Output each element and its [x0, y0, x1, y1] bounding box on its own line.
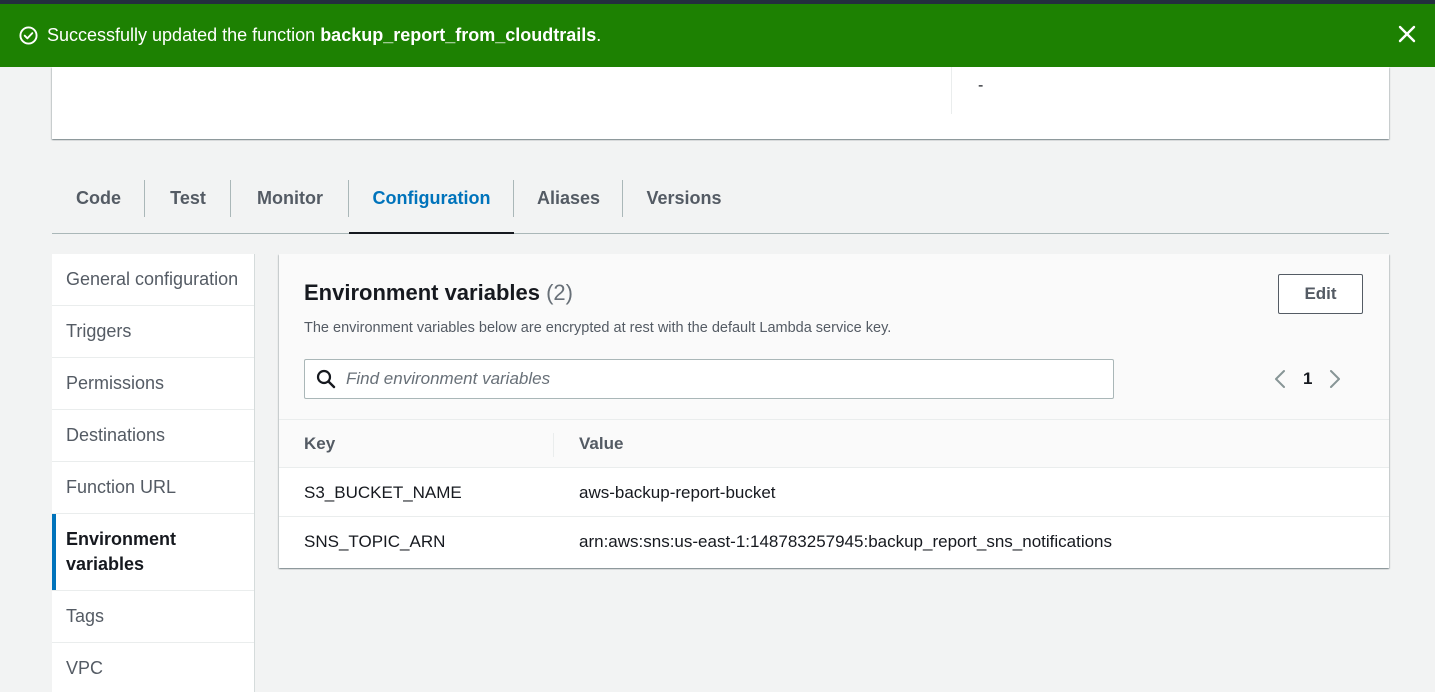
table-row: SNS_TOPIC_ARN arn:aws:sns:us-east-1:1487… [279, 517, 1389, 566]
success-flash-banner: Successfully updated the function backup… [0, 4, 1435, 67]
chevron-left-icon[interactable] [1269, 366, 1291, 392]
search-icon [316, 369, 336, 389]
flash-function-name: backup_report_from_cloudtrails [320, 25, 597, 45]
search-input[interactable] [346, 369, 1086, 389]
tab-versions[interactable]: Versions [623, 163, 745, 233]
column-header-value[interactable]: Value [579, 434, 623, 454]
tab-aliases[interactable]: Aliases [514, 163, 623, 233]
sidenav-item-permissions[interactable]: Permissions [52, 358, 254, 410]
edit-button[interactable]: Edit [1278, 274, 1363, 314]
sidenav-item-vpc[interactable]: VPC [52, 643, 254, 692]
env-value: arn:aws:sns:us-east-1:148783257945:backu… [579, 532, 1113, 551]
tab-monitor[interactable]: Monitor [231, 163, 349, 233]
pagination: 1 [1269, 366, 1346, 392]
overview-divider [951, 67, 952, 114]
column-divider [553, 433, 554, 457]
sidenav-item-tags[interactable]: Tags [52, 591, 254, 643]
sidenav-item-destinations[interactable]: Destinations [52, 410, 254, 462]
page-number[interactable]: 1 [1303, 369, 1312, 389]
check-circle-icon [19, 26, 38, 45]
env-key: S3_BUCKET_NAME [304, 483, 462, 502]
chevron-right-icon[interactable] [1324, 366, 1346, 392]
tab-configuration[interactable]: Configuration [349, 163, 514, 234]
env-value: aws-backup-report-bucket [579, 483, 776, 502]
function-tabs: Code Test Monitor Configuration Aliases … [52, 163, 1389, 234]
panel-description: The environment variables below are encr… [304, 320, 892, 336]
sidenav-item-environment-variables[interactable]: Environment variables [52, 514, 254, 591]
sidenav-item-function-url[interactable]: Function URL [52, 462, 254, 514]
table-header: Key Value [279, 419, 1389, 468]
table-row: S3_BUCKET_NAME aws-backup-report-bucket [279, 468, 1389, 517]
sidenav-item-label: Environment variables [66, 529, 177, 574]
environment-variables-panel: Environment variables (2) The environmen… [279, 254, 1389, 568]
close-icon[interactable] [1394, 21, 1420, 47]
panel-title: Environment variables (2) [304, 280, 573, 306]
column-header-key[interactable]: Key [304, 434, 335, 454]
configuration-sidenav: General configuration Triggers Permissio… [52, 254, 255, 692]
panel-count: (2) [546, 280, 573, 305]
panel-title-text: Environment variables [304, 280, 540, 305]
search-box [304, 359, 1114, 399]
function-overview-card: - [52, 67, 1389, 139]
overview-value: - [978, 77, 984, 94]
tab-test[interactable]: Test [145, 163, 231, 233]
sidenav-item-triggers[interactable]: Triggers [52, 306, 254, 358]
env-key: SNS_TOPIC_ARN [304, 532, 446, 551]
tab-code[interactable]: Code [52, 163, 145, 233]
flash-message: Successfully updated the function backup… [47, 25, 602, 45]
sidenav-item-general-configuration[interactable]: General configuration [52, 254, 254, 306]
